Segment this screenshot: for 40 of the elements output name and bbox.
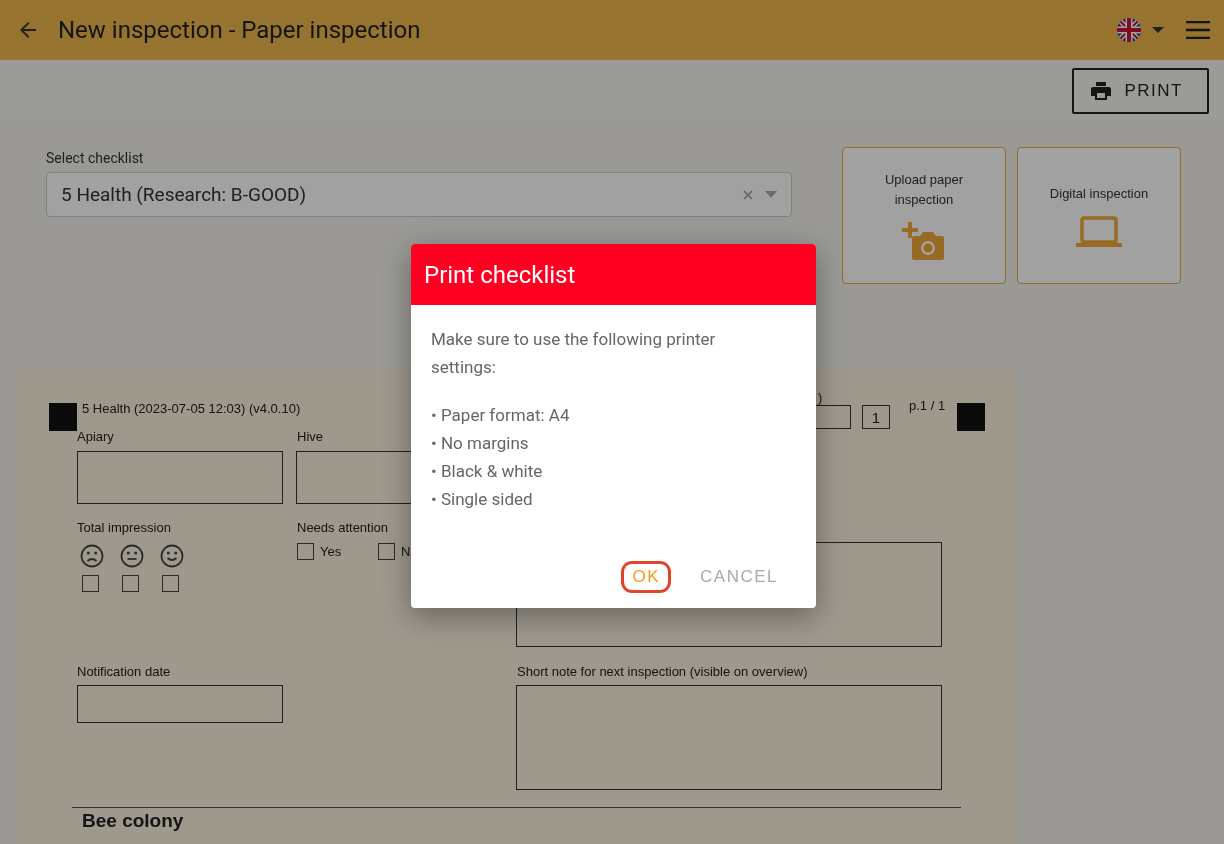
checkbox-label: N [401, 544, 411, 559]
field-label: Short note for next inspection (visible on overview) [517, 664, 808, 679]
marker-square [957, 403, 985, 431]
checkbox[interactable] [162, 575, 179, 592]
caret-icon[interactable] [1152, 26, 1164, 34]
page-count-box: 1 [862, 405, 890, 429]
setting-item: • No margins [431, 432, 530, 455]
mode-card[interactable]: Digital inspection [1017, 147, 1181, 284]
field-label: Hive [297, 429, 323, 444]
dialog-text: Make sure to use the following printer settings: [431, 328, 717, 379]
neutral-face-icon [120, 544, 144, 568]
checkbox-label: Yes [320, 544, 342, 559]
checkbox[interactable] [122, 575, 139, 592]
section-heading: Bee colony [82, 810, 184, 832]
setting-item: • Paper format: A4 [431, 404, 571, 427]
setting-item: • Single sided [431, 488, 534, 511]
field-label: Total impression [77, 520, 171, 535]
mode-card[interactable]: Upload paper inspection [842, 147, 1006, 284]
flag-icon[interactable] [1116, 17, 1142, 43]
add-photo-icon [902, 221, 946, 262]
sad-face-icon [80, 544, 104, 568]
dialog-title: Print checklist [424, 260, 576, 289]
laptop-icon [1076, 215, 1122, 248]
sheet-title: 5 Health (2023-07-05 12:03) (v4.0.10) [82, 401, 301, 416]
field-label: Needs attention [297, 520, 389, 535]
field-label: ) [818, 390, 823, 405]
field-label: Apiary [77, 429, 114, 444]
page-number: p.1 / 1 [909, 398, 946, 413]
printer-icon [1090, 82, 1111, 100]
print-button[interactable]: PRINT [1071, 68, 1209, 114]
page-title: New inspection - Paper inspection [58, 16, 421, 44]
smiley-face-icon [160, 544, 184, 568]
menu-icon[interactable] [1186, 21, 1210, 39]
select-label: Select checklist [46, 150, 145, 166]
marker-square [49, 403, 77, 431]
checkbox[interactable] [82, 575, 99, 592]
setting-item: • Black & white [431, 460, 544, 483]
checkbox[interactable] [297, 543, 314, 560]
checkbox[interactable] [378, 543, 395, 560]
field-label: Notification date [77, 664, 171, 679]
